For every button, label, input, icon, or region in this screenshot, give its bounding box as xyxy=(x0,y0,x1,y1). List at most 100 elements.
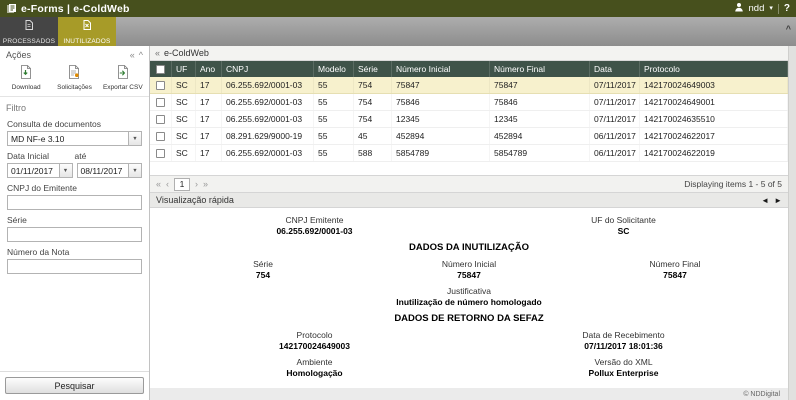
user-menu[interactable]: ndd xyxy=(749,3,765,14)
next-page-icon[interactable]: › xyxy=(195,179,198,189)
data-final-picker[interactable]: 08/11/2017 ▼ xyxy=(77,163,143,178)
consulta-select[interactable]: MD NF-e 3.10 ▼ xyxy=(7,131,142,146)
current-page-input[interactable]: 1 xyxy=(174,178,190,191)
results-grid: UF Ano CNPJ Modelo Série Número Inicial … xyxy=(150,61,788,175)
data-final-value: 08/11/2017 xyxy=(78,166,129,176)
filter-title: Filtro xyxy=(6,103,26,113)
cell-ano: 17 xyxy=(196,94,222,110)
cell-numero-final: 75847 xyxy=(490,77,590,93)
cell-ano: 17 xyxy=(196,77,222,93)
serie-label: Série xyxy=(7,215,142,225)
download-button[interactable]: Download xyxy=(2,64,50,91)
table-row[interactable]: SC 17 06.255.692/0001-03 55 754 12345 12… xyxy=(150,111,788,128)
collapse-left-icon[interactable]: « xyxy=(130,50,135,60)
solicitacoes-icon xyxy=(66,64,82,82)
dropdown-arrow-icon[interactable]: ▼ xyxy=(128,164,141,177)
last-page-icon[interactable]: » xyxy=(203,179,208,189)
cell-numero-inicial: 75847 xyxy=(392,77,490,93)
tab-label: INUTILIZADOS xyxy=(63,38,110,45)
table-row[interactable]: SC 17 06.255.692/0001-03 55 588 5854789 … xyxy=(150,145,788,162)
numero-inicial-value: 75847 xyxy=(366,270,572,280)
collapse-up-icon[interactable]: ^ xyxy=(786,24,791,34)
content: Ações « ^ Download Solicitações xyxy=(0,46,796,400)
ambiente-label: Ambiente xyxy=(160,357,469,367)
cell-protocolo: 142170024622019 xyxy=(640,145,788,161)
data-inicial-label: Data Inicial xyxy=(7,151,75,161)
numero-nota-input[interactable] xyxy=(7,259,142,274)
cell-data: 07/11/2017 xyxy=(590,94,640,110)
exportar-csv-button[interactable]: Exportar CSV xyxy=(99,64,147,91)
table-row[interactable]: SC 17 08.291.629/9000-19 55 45 452894 45… xyxy=(150,128,788,145)
app-window: e-Forms | e-ColdWeb ndd ▾ ? PROCESSADOS … xyxy=(0,0,796,400)
topbar-divider xyxy=(778,4,779,14)
footer: © NDDigital xyxy=(150,388,788,400)
pesquisar-button[interactable]: Pesquisar xyxy=(5,377,144,394)
row-checkbox[interactable] xyxy=(156,98,165,107)
cnpj-emitente-input[interactable] xyxy=(7,195,142,210)
col-serie[interactable]: Série xyxy=(354,61,392,77)
tab-processados[interactable]: PROCESSADOS xyxy=(0,17,58,46)
help-icon[interactable]: ? xyxy=(784,3,790,14)
quickview-title: Visualização rápida xyxy=(156,195,234,205)
user-icon[interactable] xyxy=(734,2,744,15)
col-numero-final[interactable]: Número Final xyxy=(490,61,590,77)
panel-title: e-ColdWeb xyxy=(164,48,209,58)
app-title: e-Forms | e-ColdWeb xyxy=(21,3,130,15)
cell-cnpj: 06.255.692/0001-03 xyxy=(222,145,314,161)
prev-record-icon[interactable]: ◄ xyxy=(761,196,769,205)
cell-numero-inicial: 75846 xyxy=(392,94,490,110)
action-label: Download xyxy=(12,84,41,91)
cell-uf: SC xyxy=(172,77,196,93)
caret-down-icon[interactable]: ▾ xyxy=(769,5,773,12)
date-range-field: Data Inicial até 01/11/2017 ▼ 08/11/2017… xyxy=(0,148,149,180)
cell-cnpj: 08.291.629/9000-19 xyxy=(222,128,314,144)
download-icon xyxy=(18,64,34,82)
col-protocolo[interactable]: Protocolo xyxy=(640,61,788,77)
cell-numero-inicial: 5854789 xyxy=(392,145,490,161)
row-checkbox[interactable] xyxy=(156,81,165,90)
pagination-status: Displaying items 1 - 5 of 5 xyxy=(684,179,782,189)
tab-inutilizados[interactable]: INUTILIZADOS xyxy=(58,17,116,46)
copyright-text: © NDDigital xyxy=(743,391,780,398)
row-checkbox[interactable] xyxy=(156,132,165,141)
exportar-csv-icon xyxy=(115,64,131,82)
table-row[interactable]: SC 17 06.255.692/0001-03 55 754 75847 75… xyxy=(150,77,788,94)
col-cnpj[interactable]: CNPJ xyxy=(222,61,314,77)
dropdown-arrow-icon[interactable]: ▼ xyxy=(128,132,141,145)
select-all-checkbox[interactable] xyxy=(156,65,165,74)
data-recebimento-value: 07/11/2017 18:01:36 xyxy=(469,341,778,351)
cnpj-emitente-value: 06.255.692/0001-03 xyxy=(160,226,469,236)
col-modelo[interactable]: Modelo xyxy=(314,61,354,77)
serie-qv-label: Série xyxy=(160,259,366,269)
prev-page-icon[interactable]: ‹ xyxy=(166,179,169,189)
topbar: e-Forms | e-ColdWeb ndd ▾ ? xyxy=(0,0,796,17)
cnpj-emitente-label: CNPJ Emitente xyxy=(160,215,469,225)
cell-serie: 45 xyxy=(354,128,392,144)
serie-qv-value: 754 xyxy=(160,270,366,280)
table-row[interactable]: SC 17 06.255.692/0001-03 55 754 75846 75… xyxy=(150,94,788,111)
data-inicial-picker[interactable]: 01/11/2017 ▼ xyxy=(7,163,73,178)
numero-final-label: Número Final xyxy=(572,259,778,269)
cell-modelo: 55 xyxy=(314,145,354,161)
dropdown-arrow-icon[interactable]: ▼ xyxy=(59,164,72,177)
tab-label: PROCESSADOS xyxy=(3,38,55,45)
cell-uf: SC xyxy=(172,145,196,161)
col-numero-inicial[interactable]: Número Inicial xyxy=(392,61,490,77)
col-ano[interactable]: Ano xyxy=(196,61,222,77)
serie-input[interactable] xyxy=(7,227,142,242)
row-checkbox[interactable] xyxy=(156,149,165,158)
next-record-icon[interactable]: ► xyxy=(774,196,782,205)
first-page-icon[interactable]: « xyxy=(156,179,161,189)
search-footer: Pesquisar xyxy=(0,371,149,400)
collapse-left-icon[interactable]: « xyxy=(155,48,160,58)
col-uf[interactable]: UF xyxy=(172,61,196,77)
app-logo-icon xyxy=(6,3,17,14)
serie-field: Série xyxy=(0,212,149,244)
row-checkbox[interactable] xyxy=(156,115,165,124)
solicitacoes-button[interactable]: Solicitações xyxy=(50,64,98,91)
cell-protocolo: 142170024622017 xyxy=(640,128,788,144)
col-data[interactable]: Data xyxy=(590,61,640,77)
collapse-up-small-icon[interactable]: ^ xyxy=(139,50,143,60)
cell-modelo: 55 xyxy=(314,77,354,93)
cnpj-label: CNPJ do Emitente xyxy=(7,183,142,193)
